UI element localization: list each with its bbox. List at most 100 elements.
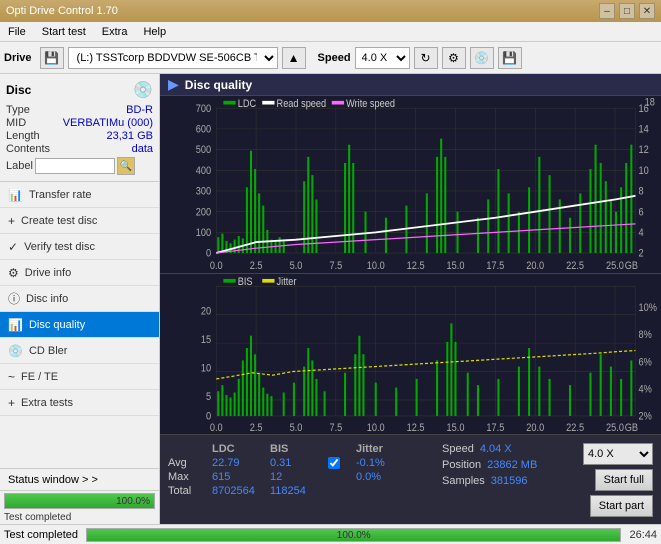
label-input[interactable] <box>35 158 115 174</box>
svg-text:6%: 6% <box>639 356 652 368</box>
chart2-area: 0 5 10 15 20 2% 4% 6% 8% 10% <box>160 274 661 434</box>
svg-text:10: 10 <box>639 165 650 177</box>
svg-text:15: 15 <box>201 334 212 346</box>
nav-extra-tests[interactable]: + Extra tests <box>0 390 159 416</box>
svg-text:100: 100 <box>196 227 212 239</box>
nav-drive-info[interactable]: ⚙ Drive info <box>0 260 159 286</box>
type-label: Type <box>6 104 30 116</box>
disc-icon: 💿 <box>133 80 153 100</box>
nav-transfer-rate[interactable]: 📊 Transfer rate <box>0 182 159 208</box>
sidebar: Disc 💿 Type BD-R MID VERBATIMu (000) Len… <box>0 74 160 524</box>
contents-value: data <box>132 143 153 155</box>
drive-icon-btn[interactable]: 💾 <box>40 47 64 69</box>
minimize-button[interactable]: – <box>599 3 615 19</box>
svg-text:LDC: LDC <box>238 98 256 110</box>
svg-text:5.0: 5.0 <box>290 260 303 272</box>
disc-title: Disc <box>6 83 31 97</box>
speed-label-stat: Speed <box>442 443 474 455</box>
speed-select[interactable]: 4.0 X <box>355 47 410 69</box>
nav-items: 📊 Transfer rate + Create test disc ✓ Ver… <box>0 182 159 468</box>
window-controls: – □ ✕ <box>599 3 655 19</box>
svg-text:600: 600 <box>196 124 212 136</box>
chart1-area: 0 100 200 300 400 500 600 700 2 4 6 <box>160 96 661 274</box>
start-full-button[interactable]: Start full <box>595 469 653 491</box>
svg-text:20: 20 <box>201 306 212 318</box>
svg-text:BIS: BIS <box>238 276 253 288</box>
svg-text:GB: GB <box>625 422 638 434</box>
svg-text:20.0: 20.0 <box>526 260 544 272</box>
close-button[interactable]: ✕ <box>639 3 655 19</box>
svg-text:10%: 10% <box>639 302 657 314</box>
svg-text:300: 300 <box>196 186 212 198</box>
svg-text:0: 0 <box>206 248 211 260</box>
status-section: Status window > > 100.0% Test completed <box>0 468 159 524</box>
svg-text:12.5: 12.5 <box>407 422 425 434</box>
svg-text:18: 18 <box>645 97 656 109</box>
ldc-header: LDC <box>212 443 262 455</box>
extra-tests-icon: + <box>8 396 15 410</box>
transfer-rate-icon: 📊 <box>8 188 23 202</box>
start-part-button[interactable]: Start part <box>590 495 653 517</box>
nav-create-test-disc[interactable]: + Create test disc <box>0 208 159 234</box>
menu-extra[interactable]: Extra <box>98 24 132 40</box>
disc-quality-header: ▶ Disc quality <box>160 74 661 96</box>
speed-label: Speed <box>318 52 351 64</box>
svg-text:0.0: 0.0 <box>210 260 223 272</box>
position-label: Position <box>442 459 481 471</box>
svg-text:0.0: 0.0 <box>210 422 223 434</box>
status-text: Test completed <box>0 511 159 524</box>
total-ldc: 8702564 <box>212 485 262 497</box>
svg-text:500: 500 <box>196 145 212 157</box>
settings-button[interactable]: ⚙ <box>442 47 466 69</box>
menu-help[interactable]: Help <box>139 24 170 40</box>
menu-bar: File Start test Extra Help <box>0 22 661 42</box>
nav-disc-info[interactable]: ⓘ Disc info <box>0 286 159 312</box>
svg-text:10: 10 <box>201 362 212 374</box>
svg-text:400: 400 <box>196 165 212 177</box>
svg-text:2%: 2% <box>639 410 652 422</box>
nav-disc-quality[interactable]: 📊 Disc quality <box>0 312 159 338</box>
svg-text:4: 4 <box>639 227 644 239</box>
app-title: Opti Drive Control 1.70 <box>6 5 118 17</box>
status-window-button[interactable]: Status window > > <box>0 469 159 491</box>
svg-text:15.0: 15.0 <box>447 422 465 434</box>
svg-text:5: 5 <box>206 391 211 403</box>
bottom-progress-text: 100.0% <box>337 529 371 542</box>
max-bis: 12 <box>270 471 320 483</box>
disc-panel: Disc 💿 Type BD-R MID VERBATIMu (000) Len… <box>0 74 159 182</box>
menu-start-test[interactable]: Start test <box>38 24 90 40</box>
total-label: Total <box>168 485 204 497</box>
save-button[interactable]: 💾 <box>498 47 522 69</box>
charts-container: 0 100 200 300 400 500 600 700 2 4 6 <box>160 96 661 434</box>
bottom-status-text: Test completed <box>4 529 78 541</box>
bis-header: BIS <box>270 443 320 455</box>
chart2-svg: 0 5 10 15 20 2% 4% 6% 8% 10% <box>160 274 661 434</box>
label-search-button[interactable]: 🔍 <box>117 157 135 175</box>
svg-text:22.5: 22.5 <box>566 260 584 272</box>
svg-text:2: 2 <box>639 248 644 260</box>
svg-text:4%: 4% <box>639 383 652 395</box>
refresh-button[interactable]: ↻ <box>414 47 438 69</box>
drive-select[interactable]: (L:) TSSTcorp BDDVDW SE-506CB TS02 <box>68 47 278 69</box>
svg-text:22.5: 22.5 <box>566 422 584 434</box>
disc-quality-title: Disc quality <box>185 78 252 92</box>
svg-text:17.5: 17.5 <box>486 422 504 434</box>
nav-fe-te[interactable]: ~ FE / TE <box>0 364 159 390</box>
speed-select-stat[interactable]: 4.0 X <box>583 443 653 465</box>
eject-button[interactable]: ▲ <box>282 47 306 69</box>
menu-file[interactable]: File <box>4 24 30 40</box>
svg-text:12.5: 12.5 <box>407 260 425 272</box>
samples-value: 381596 <box>491 475 528 487</box>
svg-text:6: 6 <box>639 207 644 219</box>
svg-text:700: 700 <box>196 103 212 115</box>
nav-verify-test-disc[interactable]: ✓ Verify test disc <box>0 234 159 260</box>
disc-button[interactable]: 💿 <box>470 47 494 69</box>
maximize-button[interactable]: □ <box>619 3 635 19</box>
disc-info-icon: ⓘ <box>8 290 20 307</box>
jitter-checkbox[interactable] <box>328 457 340 469</box>
nav-cd-bler[interactable]: 💿 CD Bler <box>0 338 159 364</box>
position-value: 23862 MB <box>487 459 537 471</box>
max-label: Max <box>168 471 204 483</box>
bottom-bar: Test completed 100.0% 26:44 <box>0 524 661 544</box>
avg-jitter: -0.1% <box>356 457 416 469</box>
